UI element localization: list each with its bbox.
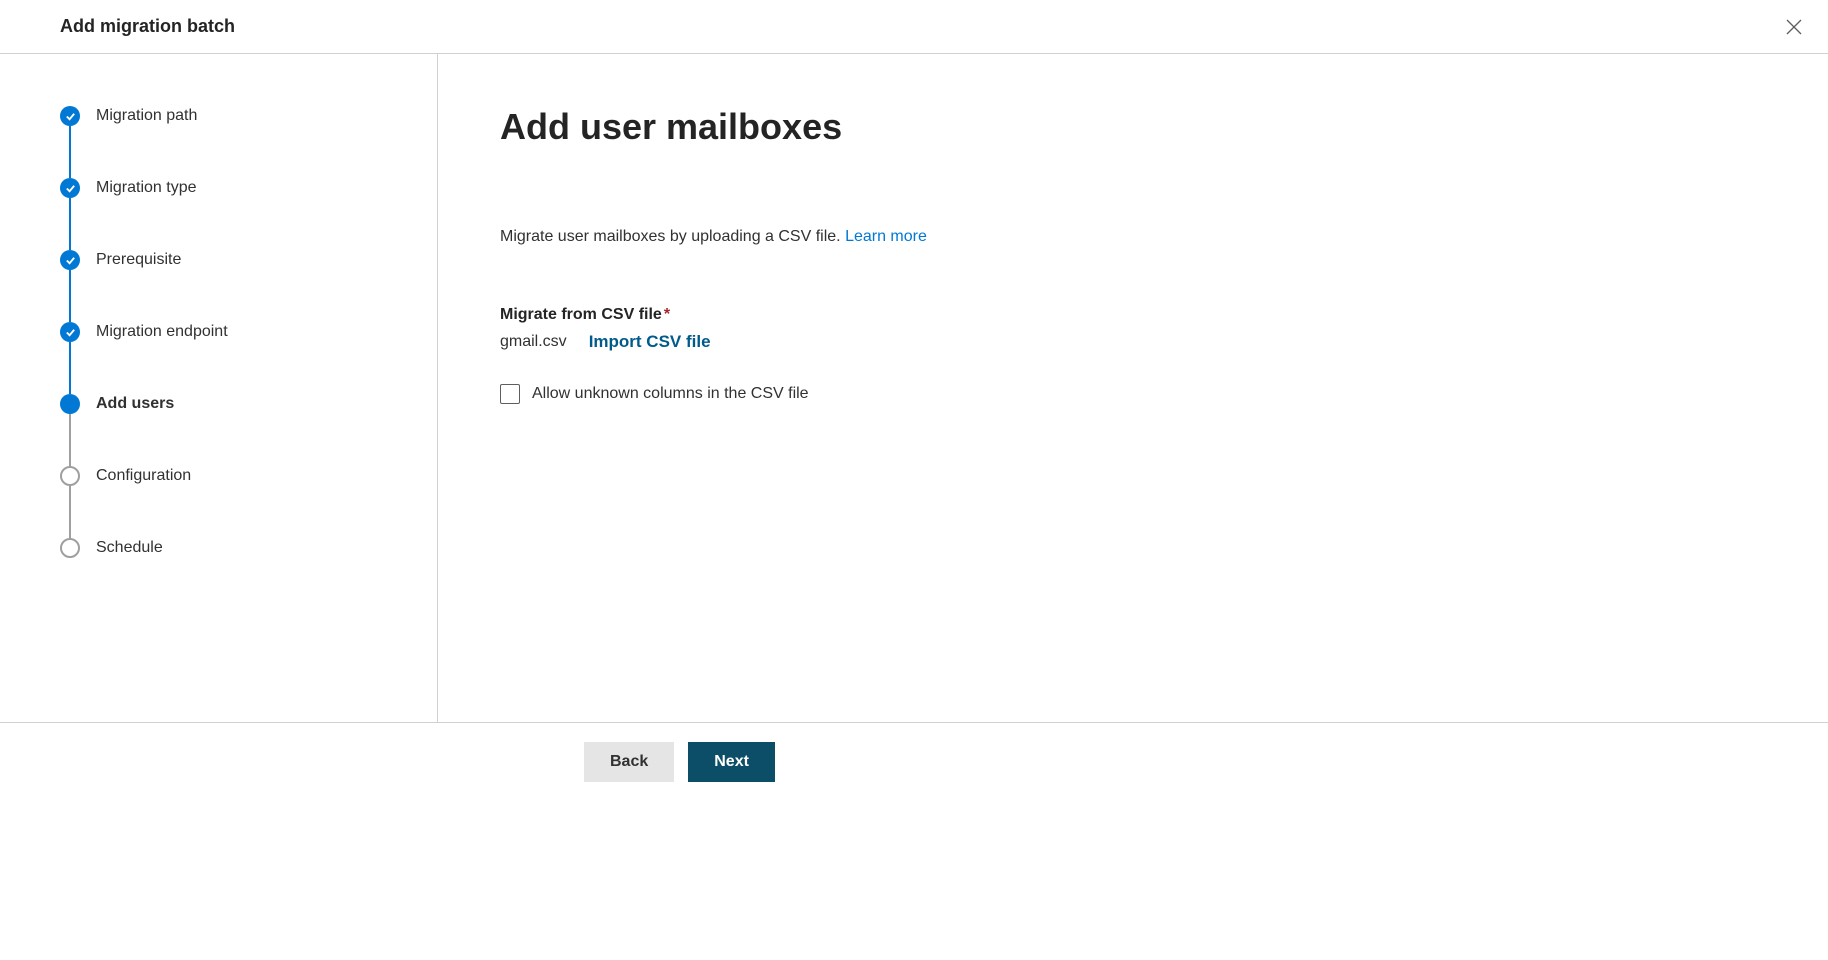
close-button[interactable]: [1782, 15, 1806, 39]
step-connector: [69, 342, 71, 394]
step-migration-endpoint[interactable]: Migration endpoint: [60, 322, 407, 394]
step-label: Schedule: [96, 539, 163, 557]
csv-file-row: gmail.csv Import CSV file: [500, 332, 1768, 352]
page-heading: Add user mailboxes: [500, 106, 1768, 148]
allow-unknown-columns-row: Allow unknown columns in the CSV file: [500, 384, 1768, 404]
close-icon: [1786, 19, 1802, 35]
step-label: Prerequisite: [96, 251, 181, 269]
check-icon: [60, 178, 80, 198]
main-content: Add user mailboxes Migrate user mailboxe…: [438, 54, 1828, 722]
step-label: Add users: [96, 395, 174, 413]
current-step-icon: [60, 394, 80, 414]
pending-step-icon: [60, 466, 80, 486]
back-button[interactable]: Back: [584, 742, 674, 782]
step-schedule: Schedule: [60, 538, 407, 558]
check-icon: [60, 250, 80, 270]
step-connector: [69, 486, 71, 538]
check-icon: [60, 106, 80, 126]
checkbox-label: Allow unknown columns in the CSV file: [532, 385, 809, 403]
step-label: Configuration: [96, 467, 191, 485]
page-description: Migrate user mailboxes by uploading a CS…: [500, 228, 1768, 246]
next-button[interactable]: Next: [688, 742, 775, 782]
allow-unknown-columns-checkbox[interactable]: [500, 384, 520, 404]
step-connector: [69, 126, 71, 178]
wizard-sidebar: Migration path Migration type Prerequisi…: [0, 54, 438, 722]
step-label: Migration endpoint: [96, 323, 228, 341]
check-icon: [60, 322, 80, 342]
header-bar: Add migration batch: [0, 0, 1828, 54]
step-migration-type[interactable]: Migration type: [60, 178, 407, 250]
step-configuration: Configuration: [60, 466, 407, 538]
description-text: Migrate user mailboxes by uploading a CS…: [500, 228, 845, 245]
wizard-steps: Migration path Migration type Prerequisi…: [60, 106, 407, 558]
step-label: Migration type: [96, 179, 197, 197]
field-label-text: Migrate from CSV file: [500, 306, 662, 323]
step-migration-path[interactable]: Migration path: [60, 106, 407, 178]
step-connector: [69, 198, 71, 250]
csv-field-label: Migrate from CSV file*: [500, 306, 1768, 324]
step-label: Migration path: [96, 107, 197, 125]
required-asterisk: *: [664, 306, 670, 323]
csv-file-name: gmail.csv: [500, 333, 567, 351]
step-connector: [69, 414, 71, 466]
step-prerequisite[interactable]: Prerequisite: [60, 250, 407, 322]
pending-step-icon: [60, 538, 80, 558]
header-title: Add migration batch: [60, 16, 235, 37]
step-add-users[interactable]: Add users: [60, 394, 407, 466]
step-connector: [69, 270, 71, 322]
footer-bar: Back Next: [0, 722, 1828, 800]
import-csv-link[interactable]: Import CSV file: [589, 332, 711, 352]
learn-more-link[interactable]: Learn more: [845, 228, 927, 245]
